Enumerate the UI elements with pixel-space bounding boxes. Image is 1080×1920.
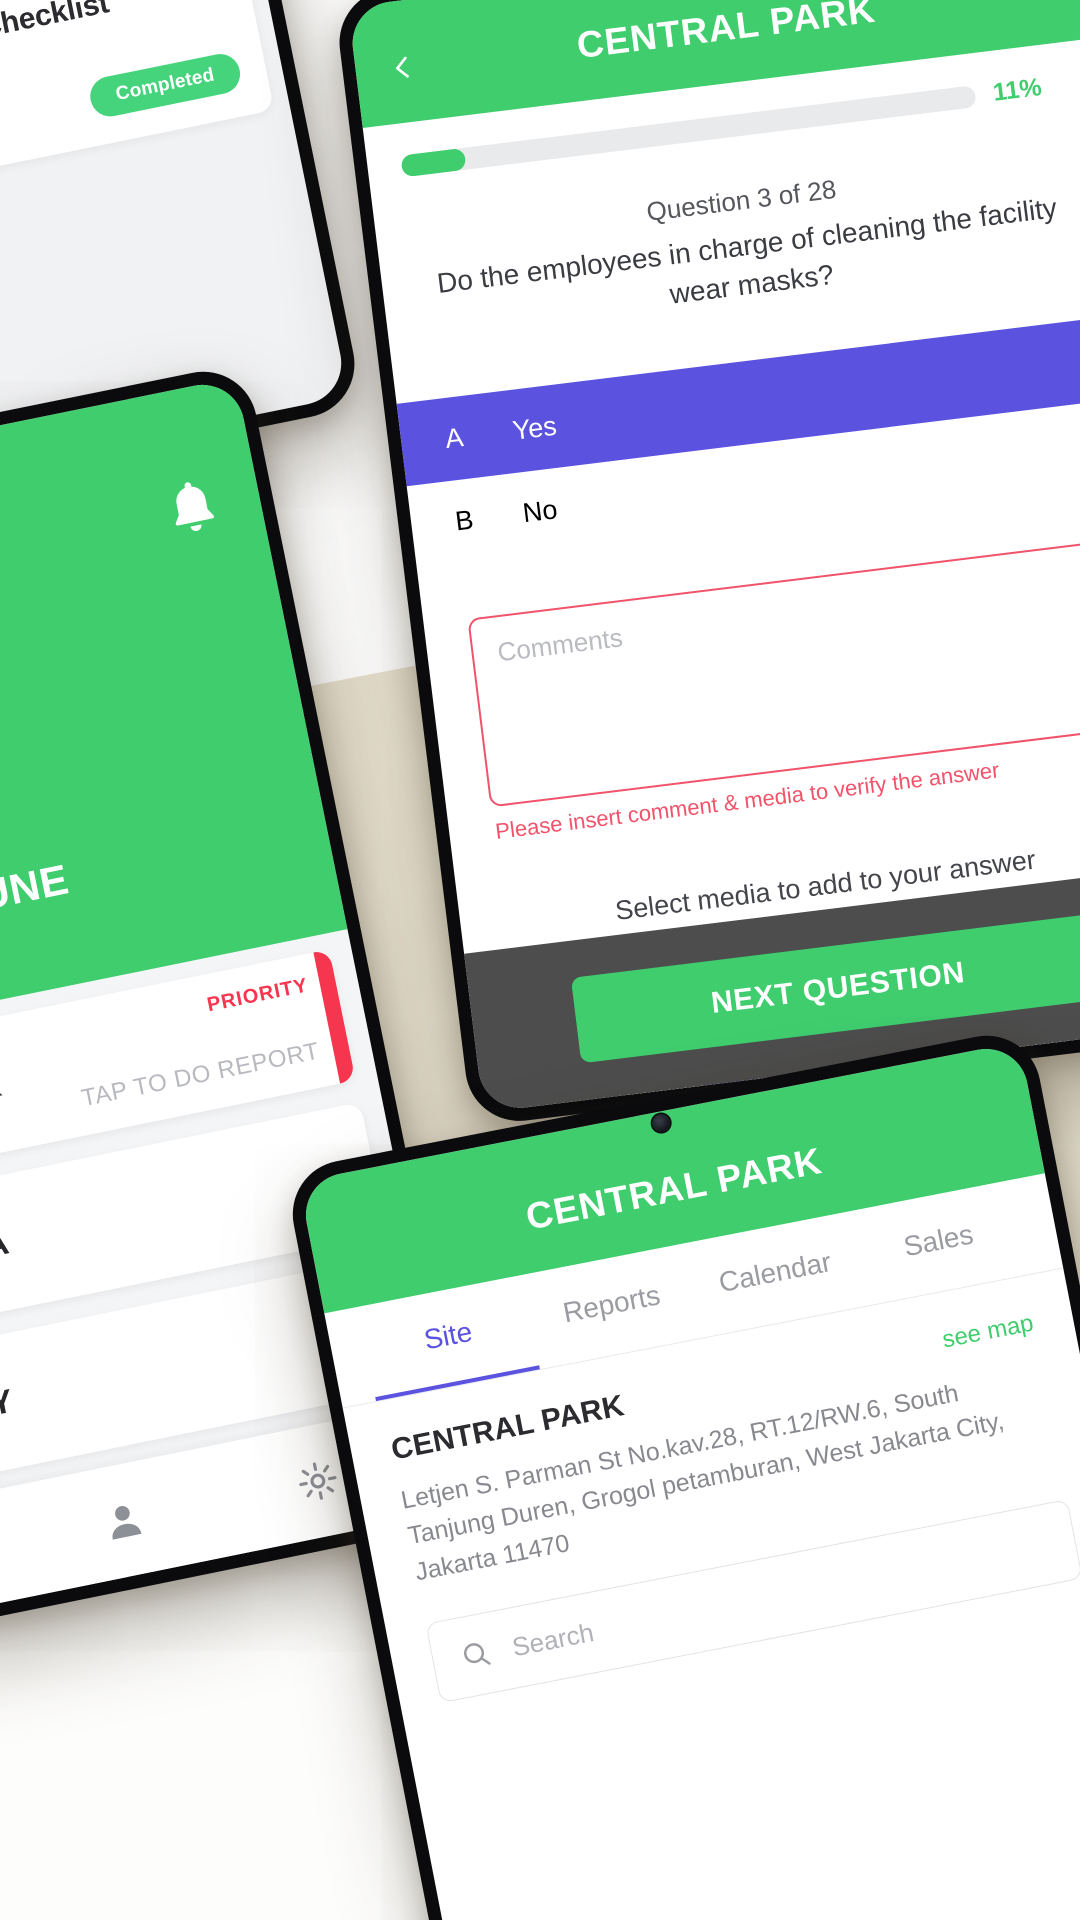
option-letter: B	[453, 504, 476, 537]
see-map-link[interactable]: see map	[940, 1310, 1036, 1355]
phone-question: CENTRAL PARK 11% Question 3 of 28 Do the…	[333, 0, 1080, 1128]
phone-site-detail: CENTRAL PARK Site Reports Calendar Sales…	[283, 1026, 1080, 1920]
chevron-left-icon[interactable]	[388, 53, 417, 82]
task-card[interactable]: Bulanan Sidak - Cleanliness Checklist Qu…	[0, 0, 275, 250]
person-icon[interactable]	[98, 1495, 150, 1547]
answer-options: A Yes B No	[396, 314, 1080, 569]
search-placeholder: Search	[509, 1616, 597, 1663]
bell-icon[interactable]	[165, 477, 219, 539]
site-detail-screen: CENTRAL PARK Site Reports Calendar Sales…	[298, 1041, 1080, 1920]
option-label: Yes	[510, 411, 559, 447]
progress-percent: 11%	[991, 73, 1044, 107]
search-icon	[464, 1643, 491, 1666]
progress-fill	[400, 147, 467, 177]
option-label: No	[521, 494, 560, 529]
gear-icon[interactable]	[292, 1455, 344, 1507]
option-letter: A	[443, 422, 466, 455]
question-screen: CENTRAL PARK 11% Question 3 of 28 Do the…	[347, 0, 1080, 1113]
